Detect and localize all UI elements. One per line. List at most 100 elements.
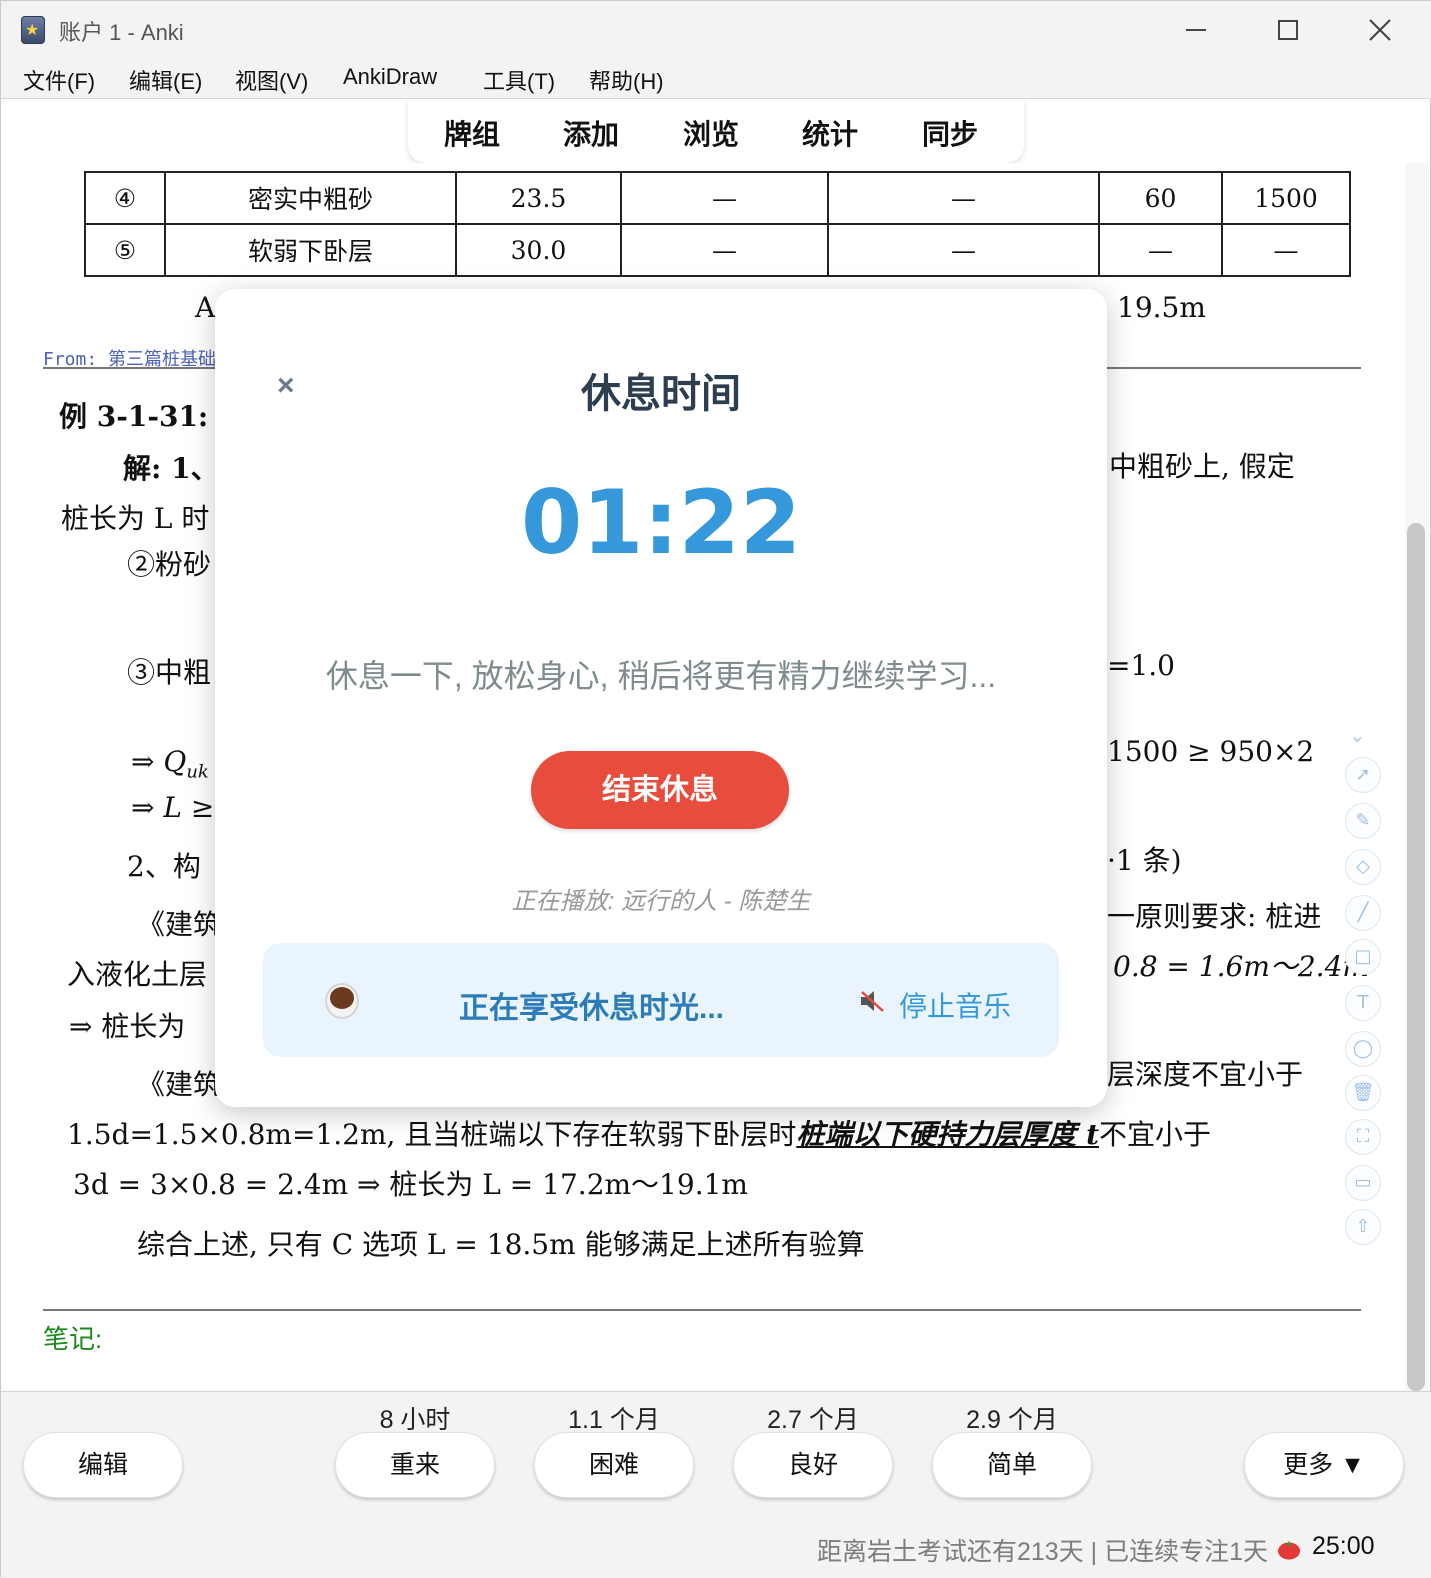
break-title: 休息时间 bbox=[581, 372, 741, 416]
menu-help[interactable]: 帮助(H) bbox=[589, 64, 664, 96]
main-toolbar: 牌组 添加 浏览 统计 同步 bbox=[408, 99, 1024, 163]
bearing-layer-underlined: 桩端以下硬持力层厚度 t bbox=[796, 1118, 1100, 1151]
chevron-down-icon[interactable]: ⌄ bbox=[1349, 723, 1366, 747]
code-quote-1-right: 一原则要求: 桩进 bbox=[1107, 900, 1322, 933]
table-cell: ⑤ bbox=[84, 223, 166, 277]
table-cell: — bbox=[1221, 223, 1351, 277]
solution-text-right: 中粗砂上, 假定 bbox=[1109, 450, 1295, 483]
easy-button[interactable]: 简单 bbox=[932, 1432, 1092, 1498]
hard-interval: 1.1 个月 bbox=[568, 1406, 660, 1434]
tomato-icon[interactable] bbox=[1277, 1538, 1301, 1560]
hard-button[interactable]: 困难 bbox=[534, 1432, 694, 1498]
menu-file[interactable]: 文件(F) bbox=[23, 64, 95, 96]
break-timer: 01:22 bbox=[520, 471, 802, 574]
speaker-muted-icon[interactable] bbox=[859, 989, 885, 1013]
equation-quk-main: ⇒ Q bbox=[131, 745, 187, 778]
toolbar-browse[interactable]: 浏览 bbox=[683, 113, 739, 153]
table-cell: 1500 bbox=[1221, 171, 1351, 225]
toolbar-add[interactable]: 添加 bbox=[563, 113, 619, 153]
menu-edit[interactable]: 编辑(E) bbox=[129, 64, 202, 96]
bearing-layer-start: 1.5d=1.5×0.8m=1.2m, 且当桩端以下存在软弱下卧层时 bbox=[67, 1118, 797, 1151]
example-title: 例 3-1-31: bbox=[59, 400, 209, 433]
toolbar-sync[interactable]: 同步 bbox=[922, 113, 978, 153]
table-cell: 60 bbox=[1098, 171, 1223, 225]
menu-tools[interactable]: 工具(T) bbox=[483, 64, 555, 96]
answer-option-a: A bbox=[195, 291, 216, 324]
table-cell: — bbox=[1098, 223, 1223, 277]
toolbar-decks[interactable]: 牌组 bbox=[444, 113, 500, 153]
pile-length-text: 桩长为 L 时 bbox=[61, 502, 210, 535]
minimize-icon bbox=[1186, 29, 1206, 31]
table-cell: 软弱下卧层 bbox=[164, 223, 457, 277]
pen-icon[interactable]: ✎ bbox=[1345, 803, 1381, 839]
layer-3-text: ③中粗 bbox=[127, 656, 212, 689]
solution-start: 解: 1、 bbox=[123, 452, 219, 485]
toolbar-stats[interactable]: 统计 bbox=[802, 113, 858, 153]
close-window-button[interactable] bbox=[1357, 11, 1403, 49]
line-icon[interactable]: ╱ bbox=[1345, 895, 1381, 931]
table-cell: — bbox=[827, 223, 1100, 277]
select-icon[interactable]: ➚ bbox=[1345, 757, 1381, 793]
table-cell: — bbox=[620, 171, 829, 225]
answer-bar: 编辑 8 小时 重来 1.1 个月 困难 2.7 个月 良好 2.9 个月 简单… bbox=[1, 1391, 1431, 1578]
table-cell: — bbox=[827, 171, 1100, 225]
equation-quk: ⇒ Quk bbox=[131, 745, 209, 783]
equation-right-1: =1.0 bbox=[1107, 649, 1175, 682]
end-break-button[interactable]: 结束休息 bbox=[531, 751, 789, 829]
pile-length-result-2: 3d = 3×0.8 = 2.4m ⇒ 桩长为 L = 17.2m〜19.1m bbox=[73, 1168, 748, 1201]
table-cell: 密实中粗砂 bbox=[164, 171, 457, 225]
easy-interval: 2.9 个月 bbox=[966, 1406, 1058, 1434]
table-row: ④ 密实中粗砂 23.5 — — 60 1500 bbox=[84, 171, 1351, 225]
more-button[interactable]: 更多 ▼ bbox=[1244, 1432, 1404, 1498]
again-button[interactable]: 重来 bbox=[335, 1432, 495, 1498]
equation-l-geq: ⇒ L ≥ bbox=[131, 791, 215, 824]
stop-music-button[interactable]: 停止音乐 bbox=[899, 985, 1011, 1025]
title-bar: 账户 1 - Anki bbox=[1, 1, 1431, 59]
collapse-icon[interactable]: ⇧ bbox=[1345, 1209, 1381, 1245]
window-icon[interactable]: ▭ bbox=[1345, 1165, 1381, 1201]
liquefied-right: 0.8 = 1.6m〜2.4m bbox=[1113, 950, 1369, 983]
eraser-icon[interactable]: ◇ bbox=[1345, 849, 1381, 885]
rectangle-icon[interactable]: □ bbox=[1345, 939, 1381, 975]
menu-ankidraw[interactable]: AnkiDraw bbox=[343, 64, 437, 90]
pomodoro-timer[interactable]: 25:00 bbox=[1312, 1532, 1375, 1561]
section-2-title: 2、构 bbox=[127, 850, 201, 883]
liquefied-soil-text: 入液化土层 bbox=[67, 958, 208, 991]
coffee-icon bbox=[323, 981, 361, 1021]
anki-window: 账户 1 - Anki 文件(F) 编辑(E) 视图(V) AnkiDraw 工… bbox=[0, 0, 1431, 1578]
bearing-layer-text: 1.5d=1.5×0.8m=1.2m, 且当桩端以下存在软弱下卧层时桩端以下硬持… bbox=[67, 1113, 1211, 1153]
soil-table: ④ 密实中粗砂 23.5 — — 60 1500 ⑤ 软弱下卧层 30.0 — … bbox=[84, 171, 1351, 277]
table-cell: — bbox=[620, 223, 829, 277]
maximize-icon bbox=[1278, 20, 1298, 40]
good-button[interactable]: 良好 bbox=[733, 1432, 893, 1498]
maximize-button[interactable] bbox=[1265, 11, 1311, 49]
close-icon bbox=[1369, 19, 1391, 41]
table-cell: 30.0 bbox=[455, 223, 622, 277]
break-message: 休息一下, 放松身心, 稍后将更有精力继续学习... bbox=[325, 658, 997, 694]
edit-button[interactable]: 编辑 bbox=[23, 1432, 183, 1498]
enjoy-break-text: 正在享受休息时光... bbox=[459, 992, 725, 1025]
break-modal: × 休息时间 01:22 休息一下, 放松身心, 稍后将更有精力继续学习... … bbox=[215, 289, 1107, 1107]
text-icon[interactable]: T bbox=[1345, 985, 1381, 1021]
table-cell: 23.5 bbox=[455, 171, 622, 225]
answer-option-d: 19.5m bbox=[1117, 291, 1206, 324]
menu-view[interactable]: 视图(V) bbox=[235, 64, 308, 96]
fullscreen-icon[interactable]: ⛶ bbox=[1345, 1119, 1381, 1155]
again-interval: 8 小时 bbox=[379, 1406, 451, 1434]
exam-countdown-status: 距离岩土考试还有213天 | 已连续专注1天 bbox=[817, 1538, 1269, 1566]
code-quote-1: 《建筑 bbox=[137, 908, 222, 941]
equation-quk-subscript: uk bbox=[186, 761, 209, 783]
section-2-right: ·1 条) bbox=[1107, 844, 1182, 877]
break-status-panel: 正在享受休息时光... 停止音乐 bbox=[263, 943, 1059, 1057]
minimize-button[interactable] bbox=[1173, 11, 1219, 49]
bearing-layer-end: 不宜小于 bbox=[1099, 1118, 1212, 1151]
now-playing-text: 正在播放: 远行的人 - 陈楚生 bbox=[511, 888, 811, 915]
trash-icon[interactable]: 🗑 bbox=[1345, 1075, 1381, 1111]
notes-divider bbox=[43, 1309, 1361, 1311]
code-quote-2-right: 层深度不宜小于 bbox=[1107, 1058, 1304, 1091]
notes-label: 笔记: bbox=[43, 1324, 103, 1354]
pile-length-result-1: ⇒ 桩长为 bbox=[69, 1010, 186, 1043]
lasso-icon[interactable]: ◯ bbox=[1345, 1031, 1381, 1067]
scrollbar-thumb[interactable] bbox=[1407, 523, 1425, 1391]
anki-app-icon bbox=[21, 16, 45, 44]
